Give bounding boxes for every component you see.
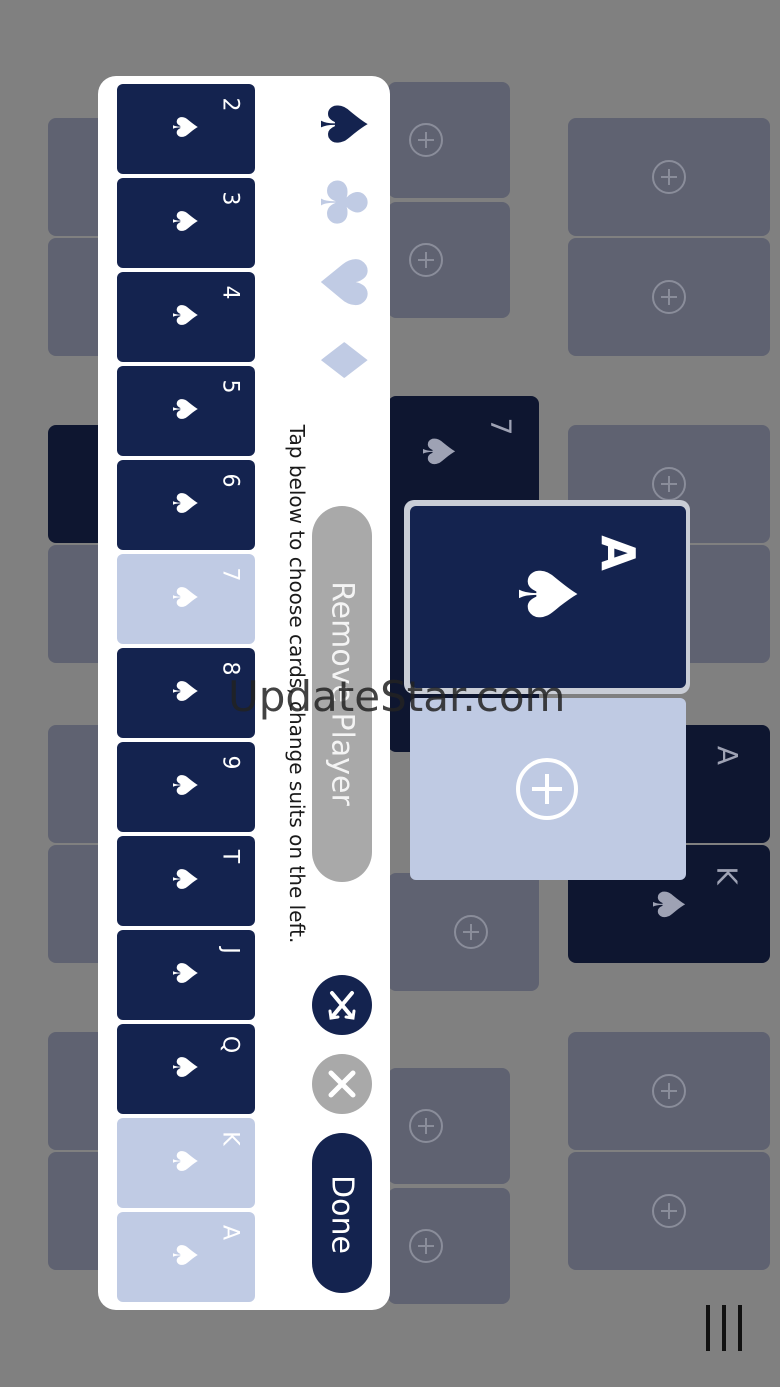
add-icon: [652, 1194, 686, 1228]
card-rank: A: [711, 745, 745, 766]
empty-card-slot[interactable]: [388, 1068, 510, 1184]
empty-card-slot[interactable]: [388, 202, 510, 318]
empty-card-slot[interactable]: [388, 873, 539, 991]
spade-icon: ♠: [164, 1239, 205, 1271]
spade-icon: ♠: [164, 393, 205, 425]
card-option-7[interactable]: 7 ♠: [117, 554, 255, 644]
card-option-3[interactable]: 3 ♠: [117, 178, 255, 268]
spade-icon: ♠: [164, 581, 205, 613]
watermark-text: UpdateStar.com: [228, 672, 566, 721]
add-icon: [652, 467, 686, 501]
spade-suit-button[interactable]: ♠: [305, 94, 379, 154]
card-option-A[interactable]: A ♠: [117, 1212, 255, 1302]
close-button[interactable]: [312, 1054, 372, 1114]
spade-icon: ♠: [164, 111, 205, 143]
spade-icon: ♠: [164, 487, 205, 519]
add-icon: [516, 758, 578, 820]
spade-icon: ♠: [164, 299, 205, 331]
card-rank: 9: [217, 755, 243, 770]
empty-card-slot[interactable]: [568, 238, 770, 356]
spade-icon: ♠: [164, 675, 205, 707]
spade-icon: ♠: [164, 769, 205, 801]
card-rank: 7: [217, 567, 243, 582]
card-option-J[interactable]: J ♠: [117, 930, 255, 1020]
spade-icon: ♠: [412, 431, 464, 472]
card-rank: J: [217, 947, 243, 954]
empty-card-slot[interactable]: [568, 118, 770, 236]
empty-card-slot[interactable]: [568, 1032, 770, 1150]
spade-icon: ♠: [499, 558, 593, 630]
card-option-4[interactable]: 4 ♠: [117, 272, 255, 362]
card-rank: 3: [217, 191, 243, 206]
card-rank: K: [217, 1131, 243, 1146]
empty-card-slot[interactable]: [388, 82, 510, 198]
empty-card-slot[interactable]: [568, 1152, 770, 1270]
card-option-2[interactable]: 2 ♠: [117, 84, 255, 174]
spade-icon: ♠: [164, 1145, 205, 1177]
card-option-T[interactable]: T ♠: [117, 836, 255, 926]
card-rank: K: [710, 866, 744, 885]
add-icon: [409, 123, 443, 157]
add-icon: [409, 1109, 443, 1143]
card-rank: 6: [217, 473, 243, 488]
club-suit-button[interactable]: ♣: [305, 172, 379, 232]
card-rank: A: [217, 1224, 243, 1241]
add-icon: [409, 243, 443, 277]
add-icon: [409, 1229, 443, 1263]
recent-apps-nav-button[interactable]: [706, 1305, 742, 1351]
empty-card-slot[interactable]: [388, 1188, 510, 1304]
add-icon: [453, 915, 488, 949]
spade-icon: ♠: [164, 205, 205, 237]
card-rank: Q: [217, 1035, 243, 1054]
add-icon: [652, 280, 686, 314]
card-option-K[interactable]: K ♠: [117, 1118, 255, 1208]
card-option-6[interactable]: 6 ♠: [117, 460, 255, 550]
empty-selected-card-slot[interactable]: [410, 698, 686, 880]
selected-card-rank: A: [590, 535, 645, 571]
done-button[interactable]: Done: [312, 1133, 372, 1293]
card-option-Q[interactable]: Q ♠: [117, 1024, 255, 1114]
close-icon: [328, 1070, 356, 1098]
card-option-9[interactable]: 9 ♠: [117, 742, 255, 832]
shuffle-button[interactable]: [312, 975, 372, 1035]
shuffle-icon: [328, 991, 356, 1020]
diamond-suit-button[interactable]: ♦: [305, 330, 379, 390]
card-rank: 7: [484, 417, 518, 436]
card-option-5[interactable]: 5 ♠: [117, 366, 255, 456]
spade-icon: ♠: [164, 1051, 205, 1083]
done-label: Done: [324, 1175, 360, 1254]
card-rank: 5: [217, 379, 243, 394]
card-rank: 2: [217, 97, 243, 112]
spade-icon: ♠: [164, 957, 205, 989]
spade-icon: ♠: [164, 863, 205, 895]
add-icon: [652, 1074, 686, 1108]
heart-suit-button[interactable]: ♥: [305, 252, 379, 312]
card-rank: T: [217, 849, 243, 864]
card-rank: 4: [217, 285, 243, 300]
spade-icon: ♠: [642, 884, 694, 925]
add-icon: [652, 160, 686, 194]
selected-card-slot[interactable]: A ♠: [410, 506, 686, 688]
